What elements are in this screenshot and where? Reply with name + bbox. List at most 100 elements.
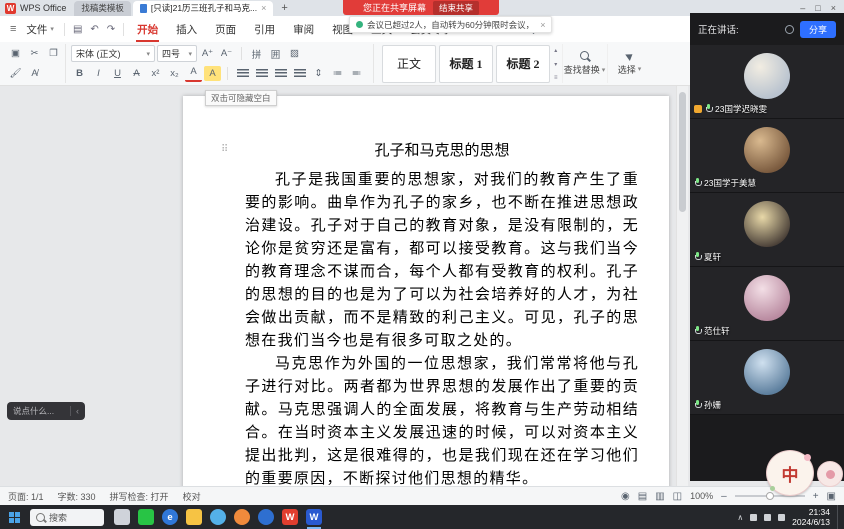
vertical-scrollbar[interactable] <box>676 86 688 486</box>
tab-close-icon[interactable]: × <box>261 3 266 13</box>
word-icon[interactable]: W <box>306 509 322 525</box>
align-center-icon[interactable] <box>253 66 270 81</box>
scroll-up-icon[interactable]: ▴ <box>554 47 557 54</box>
taskbar-search[interactable]: 搜索 <box>30 509 104 526</box>
close-button[interactable]: × <box>831 3 836 13</box>
char-border-icon[interactable]: 囲 <box>267 46 284 61</box>
paragraph[interactable]: 孔子是我国重要的思想家，对我们的教育产生了重要的影响。曲阜作为孔子的家乡，也不断… <box>245 169 639 353</box>
select-button[interactable]: 选择▾ <box>607 44 652 83</box>
zoom-in-icon[interactable]: + <box>813 491 819 502</box>
meeting-icon[interactable] <box>258 509 274 525</box>
line-spacing-icon[interactable]: ⇕ <box>310 66 327 81</box>
hamburger-icon[interactable]: ≡ <box>6 23 20 35</box>
meeting-chat-pill[interactable]: 说点什么... ‹ <box>7 402 85 420</box>
find-replace-button[interactable]: 查找替换▾ <box>562 44 607 83</box>
qq-icon[interactable] <box>210 509 226 525</box>
wechat-icon[interactable] <box>138 509 154 525</box>
toast-close-icon[interactable]: × <box>540 20 545 30</box>
subscript-icon[interactable]: x₂ <box>166 66 183 81</box>
gear-icon[interactable] <box>785 25 794 34</box>
minimize-button[interactable]: – <box>800 3 805 13</box>
highlight-icon[interactable]: A <box>204 66 221 81</box>
increase-font-icon[interactable]: A⁺ <box>199 46 216 61</box>
undo-icon[interactable]: ↶ <box>86 24 102 35</box>
number-list-icon[interactable]: ≕ <box>348 66 365 81</box>
collapse-icon[interactable]: ‹ <box>76 406 79 416</box>
drag-handle-icon[interactable]: ⠿ <box>221 144 228 155</box>
edge-icon[interactable]: e <box>162 509 178 525</box>
fit-page-icon[interactable]: ▣ <box>827 491 836 502</box>
explorer-icon[interactable] <box>186 509 202 525</box>
zoom-out-icon[interactable]: – <box>721 491 727 502</box>
meeting-sticker[interactable]: 中 <box>766 450 814 496</box>
meeting-share-button[interactable]: 分享 <box>800 21 836 38</box>
style-heading1[interactable]: 标题 1 <box>439 45 493 83</box>
spellcheck-status[interactable]: 拼写检查: 打开 <box>110 490 169 503</box>
font-name-select[interactable]: 宋体 (正文) ▾ <box>71 45 155 62</box>
zoom-slider-knob[interactable] <box>766 492 774 500</box>
participant-tile[interactable]: 23国学于美慧 <box>690 119 844 193</box>
ime-icon[interactable] <box>778 514 785 521</box>
security-icon[interactable] <box>234 509 250 525</box>
menubar-item-4[interactable]: 审阅 <box>284 16 323 42</box>
italic-button[interactable]: I <box>90 66 107 81</box>
participant-tile[interactable]: 23国学迟晓雯 <box>690 45 844 119</box>
align-left-icon[interactable] <box>234 66 251 81</box>
underline-button[interactable]: U <box>109 66 126 81</box>
superscript-icon[interactable]: x² <box>147 66 164 81</box>
phonetic-guide-icon[interactable]: 拼 <box>248 46 265 61</box>
gallery-expand-icon[interactable]: ≡ <box>554 75 558 81</box>
maximize-button[interactable]: □ <box>815 3 820 13</box>
task-view-icon[interactable] <box>114 509 130 525</box>
eye-protect-icon[interactable]: ◉ <box>621 491 630 502</box>
show-desktop-button[interactable] <box>837 505 842 529</box>
wps-icon[interactable]: W <box>282 509 298 525</box>
menu-file[interactable]: 文件 ▾ <box>20 22 60 37</box>
tab-template-home[interactable]: 找稿类模板 <box>74 1 131 16</box>
sticker-mini-badge[interactable] <box>817 461 843 487</box>
proofread-label[interactable]: 校对 <box>183 490 201 503</box>
bullet-list-icon[interactable]: ≔ <box>329 66 346 81</box>
font-size-select[interactable]: 四号 ▾ <box>157 45 197 62</box>
cut-icon[interactable]: ✂ <box>26 46 43 61</box>
hide-blank-tooltip[interactable]: 双击可隐藏空白 <box>205 90 277 106</box>
outline-view-icon[interactable]: ▥ <box>655 491 664 502</box>
char-shading-icon[interactable]: ▨ <box>286 46 303 61</box>
copy-icon[interactable]: ❐ <box>45 46 62 61</box>
style-normal[interactable]: 正文 <box>382 45 436 83</box>
paste-icon[interactable]: ▣ <box>7 46 24 61</box>
participant-tile[interactable]: 孙姗 <box>690 341 844 415</box>
taskbar-clock[interactable]: 21:34 2024/6/13 <box>792 507 830 527</box>
font-color-icon[interactable]: A <box>185 65 202 82</box>
document-title[interactable]: 孔子和马克思的思想 <box>245 140 639 163</box>
menubar-item-1[interactable]: 插入 <box>167 16 206 42</box>
menubar-item-3[interactable]: 引用 <box>245 16 284 42</box>
start-button[interactable] <box>0 505 28 529</box>
participant-tile[interactable]: 范仕轩 <box>690 267 844 341</box>
menubar-item-0[interactable]: 开始 <box>128 16 167 42</box>
word-count[interactable]: 字数: 330 <box>58 490 96 503</box>
volume-icon[interactable] <box>764 514 771 521</box>
new-tab-button[interactable]: + <box>275 2 293 14</box>
stop-share-button[interactable]: 结束共享 <box>433 1 479 15</box>
decrease-font-icon[interactable]: A⁻ <box>218 46 235 61</box>
redo-icon[interactable]: ↷ <box>103 24 119 35</box>
document-page[interactable]: ⠿ 孔子和马克思的思想 孔子是我国重要的思想家，对我们的教育产生了重要的影响。曲… <box>183 96 669 486</box>
clear-format-icon[interactable]: A̸ <box>26 66 43 81</box>
zoom-level[interactable]: 100% <box>690 491 713 501</box>
style-gallery-scroll[interactable]: ▴ ▾ ≡ <box>554 47 558 81</box>
bold-button[interactable]: B <box>71 66 88 81</box>
participant-tile[interactable]: 夏轩 <box>690 193 844 267</box>
network-icon[interactable] <box>750 514 757 521</box>
paragraph[interactable]: 马克思作为外国的一位思想家，我们常常将他与孔子进行对比。两者都为世界思想的发展作… <box>245 353 639 486</box>
strikethrough-icon[interactable]: A <box>128 66 145 81</box>
save-icon[interactable]: ▤ <box>69 24 86 35</box>
format-painter-icon[interactable]: 🖌 <box>7 66 24 81</box>
scroll-down-icon[interactable]: ▾ <box>554 61 557 68</box>
tab-document[interactable]: [只读]21历三班孔子和马克... × <box>133 1 274 16</box>
read-mode-icon[interactable]: ◫ <box>673 491 682 502</box>
menubar-item-2[interactable]: 页面 <box>206 16 245 42</box>
page-view-icon[interactable]: ▤ <box>638 491 647 502</box>
align-right-icon[interactable] <box>272 66 289 81</box>
align-justify-icon[interactable] <box>291 66 308 81</box>
